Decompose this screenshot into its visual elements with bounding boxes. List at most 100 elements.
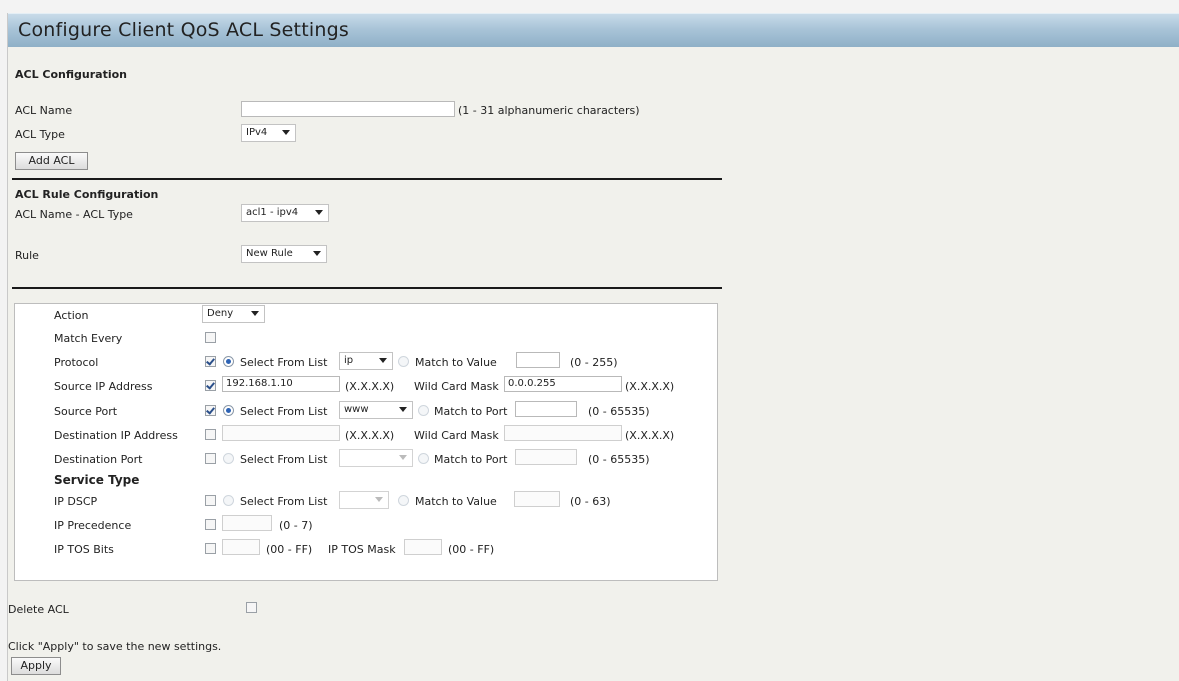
source-port-match-to-port-label: Match to Port (434, 405, 508, 418)
rule-settings-panel: Action Deny Match Every Protocol Select … (14, 303, 718, 581)
protocol-select[interactable]: ip (339, 352, 393, 370)
section-divider (12, 178, 722, 180)
destination-ip-wildcard-mask-label: Wild Card Mask (414, 429, 499, 442)
source-ip-checkbox[interactable] (205, 380, 216, 391)
ip-dscp-checkbox[interactable] (205, 495, 216, 506)
destination-port-select-from-list-label: Select From List (240, 453, 328, 466)
source-port-select-from-list-radio[interactable] (223, 405, 234, 416)
chevron-down-icon (375, 497, 383, 502)
rule-label: Rule (15, 249, 39, 262)
destination-port-checkbox[interactable] (205, 453, 216, 464)
match-every-label: Match Every (54, 332, 123, 345)
acl-name-hint: (1 - 31 alphanumeric characters) (458, 104, 640, 117)
destination-ip-wildcard-mask-input[interactable] (504, 425, 622, 441)
acl-configuration-heading: ACL Configuration (15, 68, 128, 81)
source-port-checkbox[interactable] (205, 405, 216, 416)
source-ip-label: Source IP Address (54, 380, 153, 393)
ip-dscp-match-input[interactable] (514, 491, 560, 507)
apply-hint: Click "Apply" to save the new settings. (8, 640, 222, 653)
ip-dscp-label: IP DSCP (54, 495, 98, 508)
page-frame: Configure Client QoS ACL Settings ACL Co… (7, 13, 1179, 681)
source-ip-wildcard-mask-format: (X.X.X.X) (625, 380, 675, 393)
rule-value: New Rule (246, 248, 293, 259)
ip-tos-bits-checkbox[interactable] (205, 543, 216, 554)
ip-dscp-select-from-list-label: Select From List (240, 495, 328, 508)
chevron-down-icon (313, 251, 321, 256)
chevron-down-icon (399, 407, 407, 412)
protocol-select-from-list-label: Select From List (240, 356, 328, 369)
source-port-range: (0 - 65535) (588, 405, 650, 418)
chevron-down-icon (399, 455, 407, 460)
protocol-range: (0 - 255) (570, 356, 618, 369)
destination-port-select[interactable] (339, 449, 413, 467)
acl-name-input[interactable] (241, 101, 455, 117)
delete-acl-label: Delete ACL (8, 603, 69, 616)
section-divider (12, 287, 722, 289)
chevron-down-icon (379, 358, 387, 363)
chevron-down-icon (282, 130, 290, 135)
chevron-down-icon (251, 311, 259, 316)
ip-tos-bits-label: IP TOS Bits (54, 543, 114, 556)
destination-ip-label: Destination IP Address (54, 429, 178, 442)
chevron-down-icon (315, 210, 323, 215)
acl-type-select[interactable]: IPv4 (241, 124, 296, 142)
ip-precedence-label: IP Precedence (54, 519, 132, 532)
source-ip-input[interactable]: 192.168.1.10 (222, 376, 340, 392)
destination-port-match-to-port-label: Match to Port (434, 453, 508, 466)
acl-rule-configuration-heading: ACL Rule Configuration (15, 188, 159, 201)
source-port-match-to-port-radio[interactable] (418, 405, 429, 416)
acl-name-type-label: ACL Name - ACL Type (15, 208, 133, 221)
action-label: Action (54, 309, 89, 322)
ip-tos-bits-input[interactable] (222, 539, 260, 555)
source-ip-wildcard-mask-input[interactable]: 0.0.0.255 (504, 376, 622, 392)
source-ip-wildcard-mask-label: Wild Card Mask (414, 380, 499, 393)
protocol-select-value: ip (344, 355, 354, 366)
delete-acl-checkbox[interactable] (246, 602, 257, 613)
destination-port-match-to-port-radio[interactable] (418, 453, 429, 464)
ip-tos-mask-input[interactable] (404, 539, 442, 555)
acl-type-label: ACL Type (15, 128, 65, 141)
source-port-match-input[interactable] (515, 401, 577, 417)
title-bar: Configure Client QoS ACL Settings (8, 13, 1179, 47)
ip-tos-mask-range: (00 - FF) (448, 543, 495, 556)
action-value: Deny (207, 308, 234, 319)
acl-name-type-select[interactable]: acl1 - ipv4 (241, 204, 329, 222)
destination-ip-input[interactable] (222, 425, 340, 441)
ip-dscp-range: (0 - 63) (570, 495, 611, 508)
ip-dscp-select-from-list-radio[interactable] (223, 495, 234, 506)
source-port-select-value: www (344, 404, 369, 415)
protocol-checkbox[interactable] (205, 356, 216, 367)
rule-select[interactable]: New Rule (241, 245, 327, 263)
protocol-select-from-list-radio[interactable] (223, 356, 234, 367)
destination-ip-format: (X.X.X.X) (345, 429, 395, 442)
protocol-label: Protocol (54, 356, 99, 369)
source-port-label: Source Port (54, 405, 118, 418)
ip-precedence-checkbox[interactable] (205, 519, 216, 530)
add-acl-button[interactable]: Add ACL (15, 152, 88, 170)
protocol-match-to-value-radio[interactable] (398, 356, 409, 367)
acl-type-value: IPv4 (246, 127, 268, 138)
ip-precedence-input[interactable] (222, 515, 272, 531)
apply-button[interactable]: Apply (11, 657, 61, 675)
action-select[interactable]: Deny (202, 305, 265, 323)
source-port-select[interactable]: www (339, 401, 413, 419)
source-ip-format: (X.X.X.X) (345, 380, 395, 393)
protocol-match-value-input[interactable] (516, 352, 560, 368)
destination-port-match-input[interactable] (515, 449, 577, 465)
ip-tos-bits-range: (00 - FF) (266, 543, 313, 556)
page-title: Configure Client QoS ACL Settings (18, 19, 349, 41)
ip-dscp-match-to-value-radio[interactable] (398, 495, 409, 506)
destination-port-label: Destination Port (54, 453, 143, 466)
service-type-heading: Service Type (54, 473, 140, 487)
destination-port-range: (0 - 65535) (588, 453, 650, 466)
destination-ip-wildcard-mask-format: (X.X.X.X) (625, 429, 675, 442)
acl-name-type-value: acl1 - ipv4 (246, 207, 299, 218)
ip-tos-mask-label: IP TOS Mask (328, 543, 396, 556)
destination-ip-checkbox[interactable] (205, 429, 216, 440)
ip-dscp-select[interactable] (339, 491, 389, 509)
destination-port-select-from-list-radio[interactable] (223, 453, 234, 464)
protocol-match-to-value-label: Match to Value (415, 356, 497, 369)
match-every-checkbox[interactable] (205, 332, 216, 343)
ip-precedence-range: (0 - 7) (279, 519, 313, 532)
source-port-select-from-list-label: Select From List (240, 405, 328, 418)
